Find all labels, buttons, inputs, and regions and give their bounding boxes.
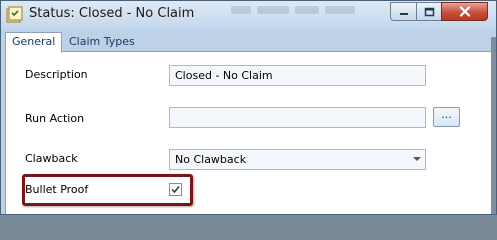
description-label: Description bbox=[25, 68, 88, 81]
run-action-field[interactable] bbox=[169, 107, 426, 128]
clawback-dropdown[interactable]: No Clawback bbox=[169, 149, 426, 170]
minimize-button[interactable] bbox=[390, 2, 417, 21]
close-icon bbox=[459, 6, 470, 17]
window-edge-shadow bbox=[491, 37, 496, 214]
title-bar[interactable]: Status: Closed - No Claim bbox=[1, 1, 496, 29]
clawback-selected-value: No Clawback bbox=[175, 153, 247, 166]
tab-general[interactable]: General bbox=[5, 32, 63, 53]
maximize-icon bbox=[424, 7, 434, 16]
run-action-browse-button[interactable]: ... bbox=[433, 107, 460, 127]
minimize-icon bbox=[399, 12, 408, 15]
chevron-down-icon[interactable] bbox=[413, 157, 421, 161]
clawback-label: Clawback bbox=[25, 152, 78, 165]
run-action-label: Run Action bbox=[25, 112, 85, 125]
window-title: Status: Closed - No Claim bbox=[29, 6, 195, 21]
tab-claim-types[interactable]: Claim Types bbox=[63, 33, 141, 52]
dialog-window: Status: Closed - No Claim General Claim … bbox=[0, 0, 497, 215]
background-toolbar-ghost bbox=[231, 4, 381, 22]
description-field[interactable]: Closed - No Claim bbox=[169, 65, 426, 86]
tab-strip: General Claim Types bbox=[1, 29, 496, 53]
bullet-proof-highlight-box bbox=[22, 174, 193, 206]
maximize-button[interactable] bbox=[416, 2, 442, 21]
close-button[interactable] bbox=[441, 2, 488, 21]
status-app-icon bbox=[6, 6, 23, 23]
